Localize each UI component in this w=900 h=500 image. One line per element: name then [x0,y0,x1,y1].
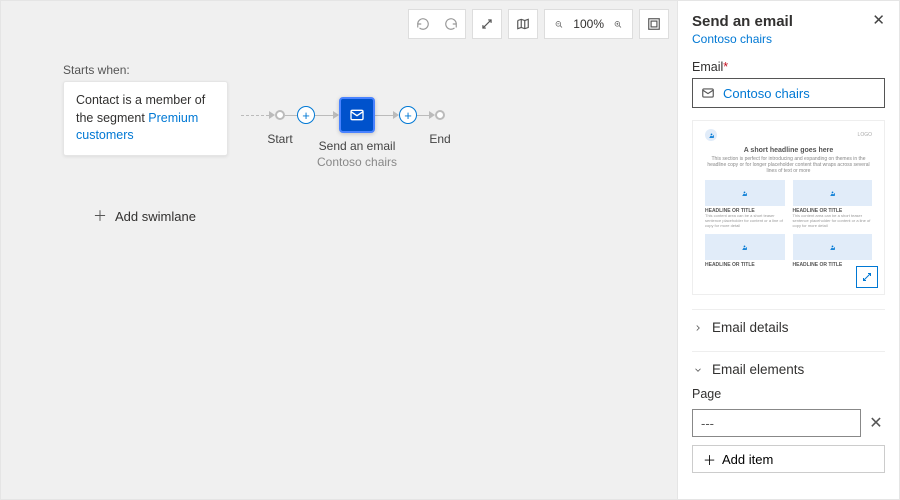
redo-icon [444,17,458,31]
email-lookup-value: Contoso chairs [723,86,810,101]
preview-tile-desc: This content area can be a short teaser … [793,214,873,228]
preview-tile-title: HEADLINE OR TITLE [705,262,785,268]
end-dot-icon [435,110,445,120]
plus-icon: ＋ [93,206,107,226]
undo-redo-group [408,9,466,39]
page-lookup-value: --- [701,416,714,431]
email-node-caption: Send an email Contoso chairs [317,139,397,170]
email-node[interactable]: Send an email Contoso chairs [339,97,375,133]
email-lookup-field[interactable]: Contoso chairs [692,78,885,108]
email-node-tile[interactable] [339,97,375,133]
connector-line [417,115,429,116]
email-elements-title: Email elements [712,362,804,377]
undo-button[interactable] [409,10,437,38]
image-placeholder-icon [826,187,838,199]
add-node-after-button[interactable]: + [399,106,417,124]
fit-button[interactable] [473,10,501,38]
fit-icon [480,17,494,31]
connector-line [315,115,333,116]
image-placeholder-icon [705,129,717,141]
chevron-down-icon [692,364,704,376]
expand-preview-button[interactable] [856,266,878,288]
add-node-before-button[interactable]: + [297,106,315,124]
mail-icon [701,86,715,100]
panel-header: Send an email Contoso chairs ✕ [692,13,885,46]
email-elements-section-header[interactable]: Email elements [692,351,885,383]
fullscreen-icon [647,17,661,31]
connector-dashed [241,115,269,116]
redo-button[interactable] [437,10,465,38]
fullscreen-button[interactable] [640,10,668,38]
start-dot-icon [275,110,285,120]
undo-icon [416,17,430,31]
preview-tile: HEADLINE OR TITLE This content area can … [793,180,873,228]
add-item-label: Add item [722,452,773,467]
fullscreen-button-group [639,9,669,39]
connector-line [375,115,393,116]
trigger-card[interactable]: Contact is a member of the segment Premi… [63,81,228,156]
zoom-out-icon [555,18,563,31]
add-swimlane-label: Add swimlane [115,209,196,224]
add-swimlane-button[interactable]: ＋ Add swimlane [93,206,196,226]
fit-button-group [472,9,502,39]
preview-logo-label: LOGO [858,132,872,138]
zoom-group: 100% [544,9,633,39]
end-node[interactable]: End [435,110,445,120]
page-clear-button[interactable]: ✕ [867,413,885,433]
email-node-subtitle: Contoso chairs [317,155,397,171]
image-placeholder-icon [739,187,751,199]
journey-flow: Start + Send an email Contoso chairs + [241,97,445,133]
minimap-button-group [508,9,538,39]
start-node-label: Start [267,132,292,146]
email-details-section-header[interactable]: Email details [692,309,885,341]
email-field-label: Email* [692,60,885,74]
connector-line [285,115,297,116]
panel-subtitle-link[interactable]: Contoso chairs [692,32,793,46]
image-placeholder-icon [739,241,751,253]
mail-icon [349,107,365,123]
email-details-title: Email details [712,320,789,335]
add-item-button[interactable]: ＋ Add item [692,445,885,473]
email-preview: LOGO A short headline goes here This sec… [692,120,885,295]
image-placeholder-icon [826,241,838,253]
starts-when-label: Starts when: [63,63,130,77]
minimap-button[interactable] [509,10,537,38]
panel-close-button[interactable]: ✕ [872,13,885,28]
app-root: 100% Starts when: Contact is a member of… [0,0,900,500]
chevron-right-icon [692,322,704,334]
page-lookup-field[interactable]: --- [692,409,861,437]
email-field-label-text: Email [692,60,723,74]
end-node-label: End [429,132,450,146]
zoom-in-button[interactable] [608,10,628,38]
email-node-title: Send an email [317,139,397,155]
page-field-label: Page [692,387,885,401]
preview-headline: A short headline goes here [705,147,872,154]
preview-tile: HEADLINE OR TITLE [793,234,873,268]
preview-tile: HEADLINE OR TITLE [705,234,785,268]
preview-body: This section is perfect for introducing … [705,156,872,174]
properties-panel: Send an email Contoso chairs ✕ Email* Co… [677,1,899,499]
zoom-out-button[interactable] [549,10,569,38]
expand-icon [861,271,873,283]
required-indicator: * [723,60,728,74]
canvas-toolbar: 100% [408,9,669,39]
zoom-level: 100% [573,17,604,31]
zoom-in-icon [614,18,622,31]
panel-title: Send an email [692,13,793,30]
journey-canvas[interactable]: 100% Starts when: Contact is a member of… [1,1,677,499]
map-icon [516,17,530,31]
page-field-row: --- ✕ [692,409,885,437]
plus-icon: ＋ [703,450,716,469]
preview-tile-desc: This content area can be a short teaser … [705,214,785,228]
preview-tile: HEADLINE OR TITLE This content area can … [705,180,785,228]
start-node[interactable]: Start [275,110,285,120]
